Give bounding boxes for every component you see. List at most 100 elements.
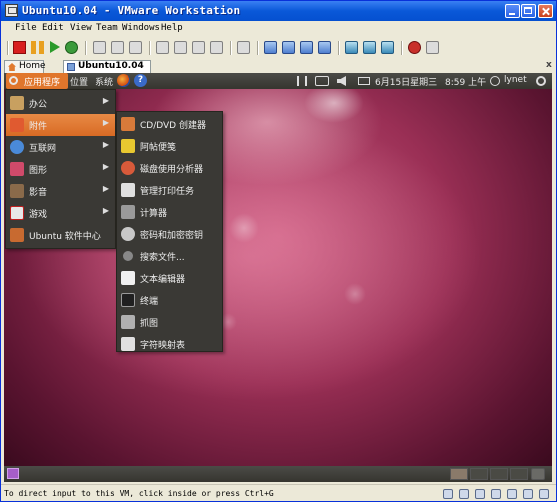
- user-status-icon[interactable]: [490, 76, 500, 86]
- sound-icon[interactable]: [523, 489, 533, 499]
- power-icon[interactable]: [536, 76, 546, 86]
- menu-team[interactable]: Team: [96, 23, 118, 33]
- office-icon: [10, 96, 24, 110]
- apps-item-accessories[interactable]: 附件 ▶: [6, 114, 115, 136]
- games-icon: [10, 206, 24, 220]
- apps-item-software-center[interactable]: Ubuntu 软件中心: [6, 224, 115, 246]
- title-bar[interactable]: Ubuntu10.04 - VMware Workstation: [1, 1, 556, 21]
- snapshot-manager-icon[interactable]: [129, 41, 142, 54]
- apps-item-games[interactable]: 游戏 ▶: [6, 202, 115, 224]
- replay-icon[interactable]: [210, 41, 223, 54]
- accessory-character-map[interactable]: 字符映射表: [117, 333, 222, 352]
- full-screen-icon[interactable]: [300, 41, 313, 54]
- menu-view[interactable]: View: [70, 23, 92, 33]
- floppy-icon[interactable]: [475, 489, 485, 499]
- workspace-2[interactable]: [470, 468, 488, 480]
- accessory-sticky-notes[interactable]: 阿帖便笺: [117, 135, 222, 157]
- help-icon[interactable]: ?: [134, 74, 147, 87]
- message-icon[interactable]: [539, 489, 549, 499]
- window-title: Ubuntu10.04 - VMware Workstation: [22, 4, 241, 17]
- accessory-label: 阿帖便笺: [140, 143, 177, 153]
- record-icon[interactable]: [192, 41, 205, 54]
- status-bar: To direct input to this VM, click inside…: [1, 484, 556, 501]
- suspend-icon[interactable]: [31, 41, 44, 54]
- graphics-icon: [10, 162, 24, 176]
- menu-edit[interactable]: Edit: [42, 23, 64, 33]
- apps-item-graphics[interactable]: 图形 ▶: [6, 158, 115, 180]
- network-arrows-icon[interactable]: [297, 76, 307, 86]
- keyboard-icon[interactable]: [315, 76, 329, 86]
- quick-switch-icon[interactable]: [282, 41, 295, 54]
- apps-item-label: 办公: [29, 100, 48, 110]
- network-icon[interactable]: [237, 41, 250, 54]
- tab-home[interactable]: Home: [4, 60, 46, 73]
- volume-icon[interactable]: [337, 76, 346, 86]
- accessory-screenshot[interactable]: 抓图: [117, 311, 222, 333]
- maximize-button[interactable]: [521, 4, 536, 18]
- accessories-icon: [10, 118, 24, 132]
- apps-item-internet[interactable]: 互联网 ▶: [6, 136, 115, 158]
- console-view-icon[interactable]: [345, 41, 358, 54]
- summary-view-icon[interactable]: [363, 41, 376, 54]
- accessory-label: CD/DVD 创建器: [140, 121, 206, 131]
- accessory-cd-dvd-creator[interactable]: CD/DVD 创建器: [117, 113, 222, 135]
- hard-disk-icon[interactable]: [443, 489, 453, 499]
- team-icon[interactable]: [174, 41, 187, 54]
- close-tab-icon[interactable]: x: [546, 60, 553, 70]
- power-on-icon[interactable]: [50, 41, 60, 53]
- power-off-icon[interactable]: [13, 41, 26, 54]
- submenu-arrow-icon: ▶: [102, 140, 109, 149]
- panel-date[interactable]: 6月15日星期三: [375, 75, 437, 88]
- panel-time[interactable]: 8:59 上午: [445, 75, 486, 88]
- accessory-passwords-keys[interactable]: 密码和加密密钥: [117, 223, 222, 245]
- close-button[interactable]: [538, 4, 553, 18]
- reset-icon[interactable]: [65, 41, 78, 54]
- apps-item-label: 影音: [29, 188, 48, 198]
- printer-icon: [121, 183, 135, 197]
- minimize-button[interactable]: [505, 4, 520, 18]
- network-adapter-icon[interactable]: [491, 489, 501, 499]
- applications-menu[interactable]: 应用程序: [24, 75, 60, 88]
- apps-item-office[interactable]: 办公 ▶: [6, 92, 115, 114]
- show-desktop-icon[interactable]: [7, 468, 19, 479]
- places-menu[interactable]: 位置: [70, 75, 88, 88]
- menu-help[interactable]: Help: [161, 23, 183, 33]
- usb-icon[interactable]: [507, 489, 517, 499]
- sidebar-icon[interactable]: [264, 41, 277, 54]
- vm-settings-icon[interactable]: [408, 41, 421, 54]
- revert-snapshot-icon[interactable]: [111, 41, 124, 54]
- mail-icon[interactable]: [358, 77, 370, 85]
- accessory-disk-analyzer[interactable]: 磁盘使用分析器: [117, 157, 222, 179]
- tab-ubuntu[interactable]: Ubuntu10.04: [63, 60, 151, 73]
- submenu-arrow-icon: ▶: [102, 162, 109, 171]
- accessory-terminal[interactable]: 终端: [117, 289, 222, 311]
- workspace-3[interactable]: [490, 468, 508, 480]
- system-menu[interactable]: 系统: [95, 75, 113, 88]
- trash-icon[interactable]: [531, 468, 545, 480]
- toolbar-separator: [401, 41, 403, 55]
- clone-icon[interactable]: [156, 41, 169, 54]
- accessory-calculator[interactable]: 计算器: [117, 201, 222, 223]
- accessory-label: 字符映射表: [140, 341, 186, 351]
- accessory-search-files[interactable]: 搜索文件...: [117, 245, 222, 267]
- panel-username[interactable]: lynet: [504, 75, 527, 85]
- search-icon: [123, 251, 133, 261]
- appliance-view-icon[interactable]: [381, 41, 394, 54]
- menu-windows[interactable]: Windows: [122, 23, 160, 33]
- apps-item-media[interactable]: 影音 ▶: [6, 180, 115, 202]
- firefox-icon[interactable]: [117, 74, 130, 87]
- workspace-1[interactable]: [450, 468, 468, 480]
- workspace-4[interactable]: [510, 468, 528, 480]
- toolbar-separator: [257, 41, 259, 55]
- apps-item-label: Ubuntu 软件中心: [29, 232, 101, 242]
- status-text: To direct input to this VM, click inside…: [4, 489, 274, 498]
- accessory-print-manager[interactable]: 管理打印任务: [117, 179, 222, 201]
- preferences-icon[interactable]: [426, 41, 439, 54]
- cd-rom-icon[interactable]: [459, 489, 469, 499]
- menu-file[interactable]: File: [15, 23, 37, 33]
- wallpaper-glow: [344, 283, 366, 305]
- unity-icon[interactable]: [318, 41, 331, 54]
- accessory-text-editor[interactable]: 文本编辑器: [117, 267, 222, 289]
- vm-screen[interactable]: 应用程序 位置 系统 ? 6月15日星期三 8:59 上午 lynet 办公 ▶: [4, 73, 552, 482]
- snapshot-icon[interactable]: [93, 41, 106, 54]
